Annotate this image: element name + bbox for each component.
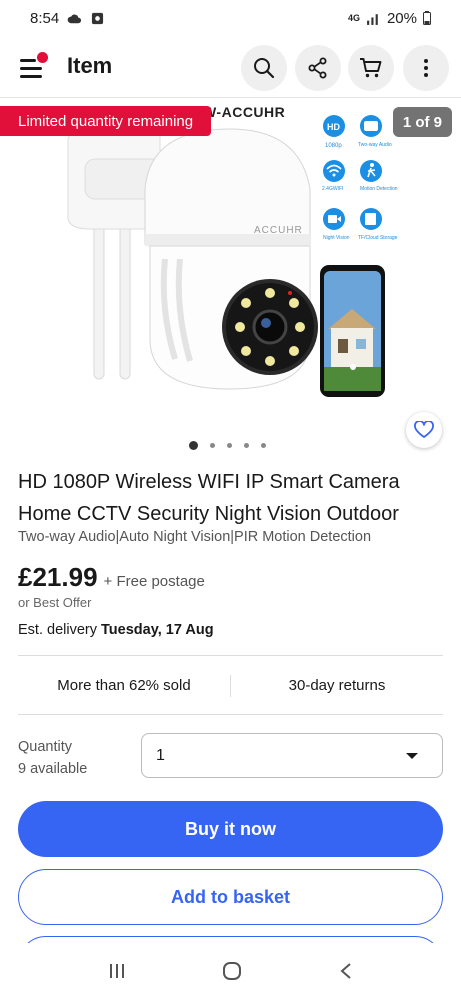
- home-icon[interactable]: [222, 961, 242, 981]
- page-title: Item: [67, 53, 113, 78]
- quantity-value: 1: [156, 746, 165, 764]
- chevron-down-icon: [406, 753, 418, 759]
- estimated-delivery: Est. delivery Tuesday, 17 Aug: [18, 622, 214, 638]
- cart-button[interactable]: [348, 45, 394, 91]
- network-type: 4G: [347, 12, 360, 23]
- carousel-dot: [261, 443, 266, 448]
- share-icon: [308, 57, 327, 79]
- more-options-button[interactable]: [403, 45, 449, 91]
- recent-apps-icon[interactable]: [108, 963, 126, 979]
- quantity-label: Quantity: [18, 739, 72, 755]
- app-header: Item: [0, 40, 461, 96]
- price-row: £21.99 + Free postage: [18, 562, 205, 593]
- cloud-icon: [67, 14, 82, 23]
- wifi-badge: 2.4GWIFI: [322, 160, 345, 192]
- buy-it-now-button[interactable]: Buy it now: [18, 801, 443, 857]
- postage: + Free postage: [103, 573, 205, 590]
- more-vertical-icon: [424, 59, 428, 77]
- quantity-select[interactable]: 1: [141, 733, 443, 778]
- svg-text:Night Vision: Night Vision: [323, 235, 350, 241]
- hd-1080p-badge: HD 1080p: [323, 115, 345, 149]
- watch-button[interactable]: [406, 412, 442, 448]
- delivery-date: Tuesday, 17 Aug: [101, 622, 214, 638]
- svg-text:2.4GWIFI: 2.4GWIFI: [322, 186, 343, 192]
- carousel-dot-active: [189, 441, 198, 450]
- add-to-basket-button[interactable]: Add to basket: [18, 869, 443, 925]
- cart-icon: [360, 58, 382, 78]
- search-button[interactable]: [241, 45, 287, 91]
- storage-badge: TF/Cloud Storage: [358, 208, 398, 241]
- signal-icon: [367, 13, 378, 25]
- carousel-dot: [210, 443, 215, 448]
- status-right: 4G 20%: [348, 10, 431, 27]
- heart-icon: [414, 421, 434, 438]
- stats-row: More than 62% sold 30-day returns: [18, 657, 443, 714]
- divider: [18, 714, 443, 715]
- status-time: 8:54: [30, 9, 60, 27]
- sold-stat: More than 62% sold: [57, 677, 191, 694]
- svg-text:HD: HD: [327, 122, 340, 132]
- delivery-label: Est. delivery: [18, 622, 97, 638]
- carousel-dot: [244, 443, 249, 448]
- notification-dot: [37, 52, 48, 63]
- screenshot-icon: [92, 12, 104, 24]
- svg-text:TF/Cloud Storage: TF/Cloud Storage: [358, 235, 398, 241]
- night-vision-badge: Night Vision: [323, 208, 350, 241]
- image-gallery[interactable]: Limited quantity remaining 1 of 9 W-ACCU…: [0, 99, 461, 459]
- price: £21.99: [18, 562, 98, 592]
- quantity-available: 9 available: [18, 761, 88, 777]
- motion-detection-badge: Motion Detection: [360, 160, 398, 192]
- camera-brand-text: ACCUHR: [254, 225, 303, 236]
- battery-icon: [423, 11, 431, 25]
- status-bar: 8:54 4G 20%: [0, 0, 461, 36]
- divider: [18, 655, 443, 656]
- status-left: 8:54: [30, 10, 105, 27]
- system-nav-bar: [0, 943, 461, 998]
- battery-percent: 20%: [386, 9, 417, 27]
- quantity-label-block: Quantity 9 available: [18, 736, 87, 780]
- svg-text:1080p: 1080p: [325, 143, 342, 149]
- svg-text:Motion Detection: Motion Detection: [360, 186, 398, 192]
- limited-quantity-badge: Limited quantity remaining: [0, 106, 212, 136]
- product-title: HD 1080P Wireless WIFI IP Smart Camera H…: [18, 471, 400, 525]
- search-icon: [254, 58, 275, 79]
- product-subtitle: Two-way Audio|Auto Night Vision|PIR Moti…: [18, 529, 372, 545]
- product-image: ACCUHR HD 1080p Two-way Audio 2.4GWIFI M…: [67, 115, 398, 397]
- menu-button[interactable]: [16, 50, 50, 84]
- best-offer: or Best Offer: [18, 595, 92, 610]
- share-button[interactable]: [295, 45, 341, 91]
- returns-stat: 30-day returns: [288, 677, 386, 694]
- phone-app-preview: [320, 265, 385, 397]
- two-way-audio-badge: Two-way Audio: [358, 115, 392, 148]
- carousel-dot: [227, 443, 232, 448]
- header-divider: [0, 97, 461, 98]
- image-counter: 1 of 9: [392, 107, 452, 137]
- back-icon[interactable]: [339, 962, 353, 980]
- svg-text:Two-way Audio: Two-way Audio: [358, 142, 392, 148]
- carousel-indicator: [189, 441, 266, 450]
